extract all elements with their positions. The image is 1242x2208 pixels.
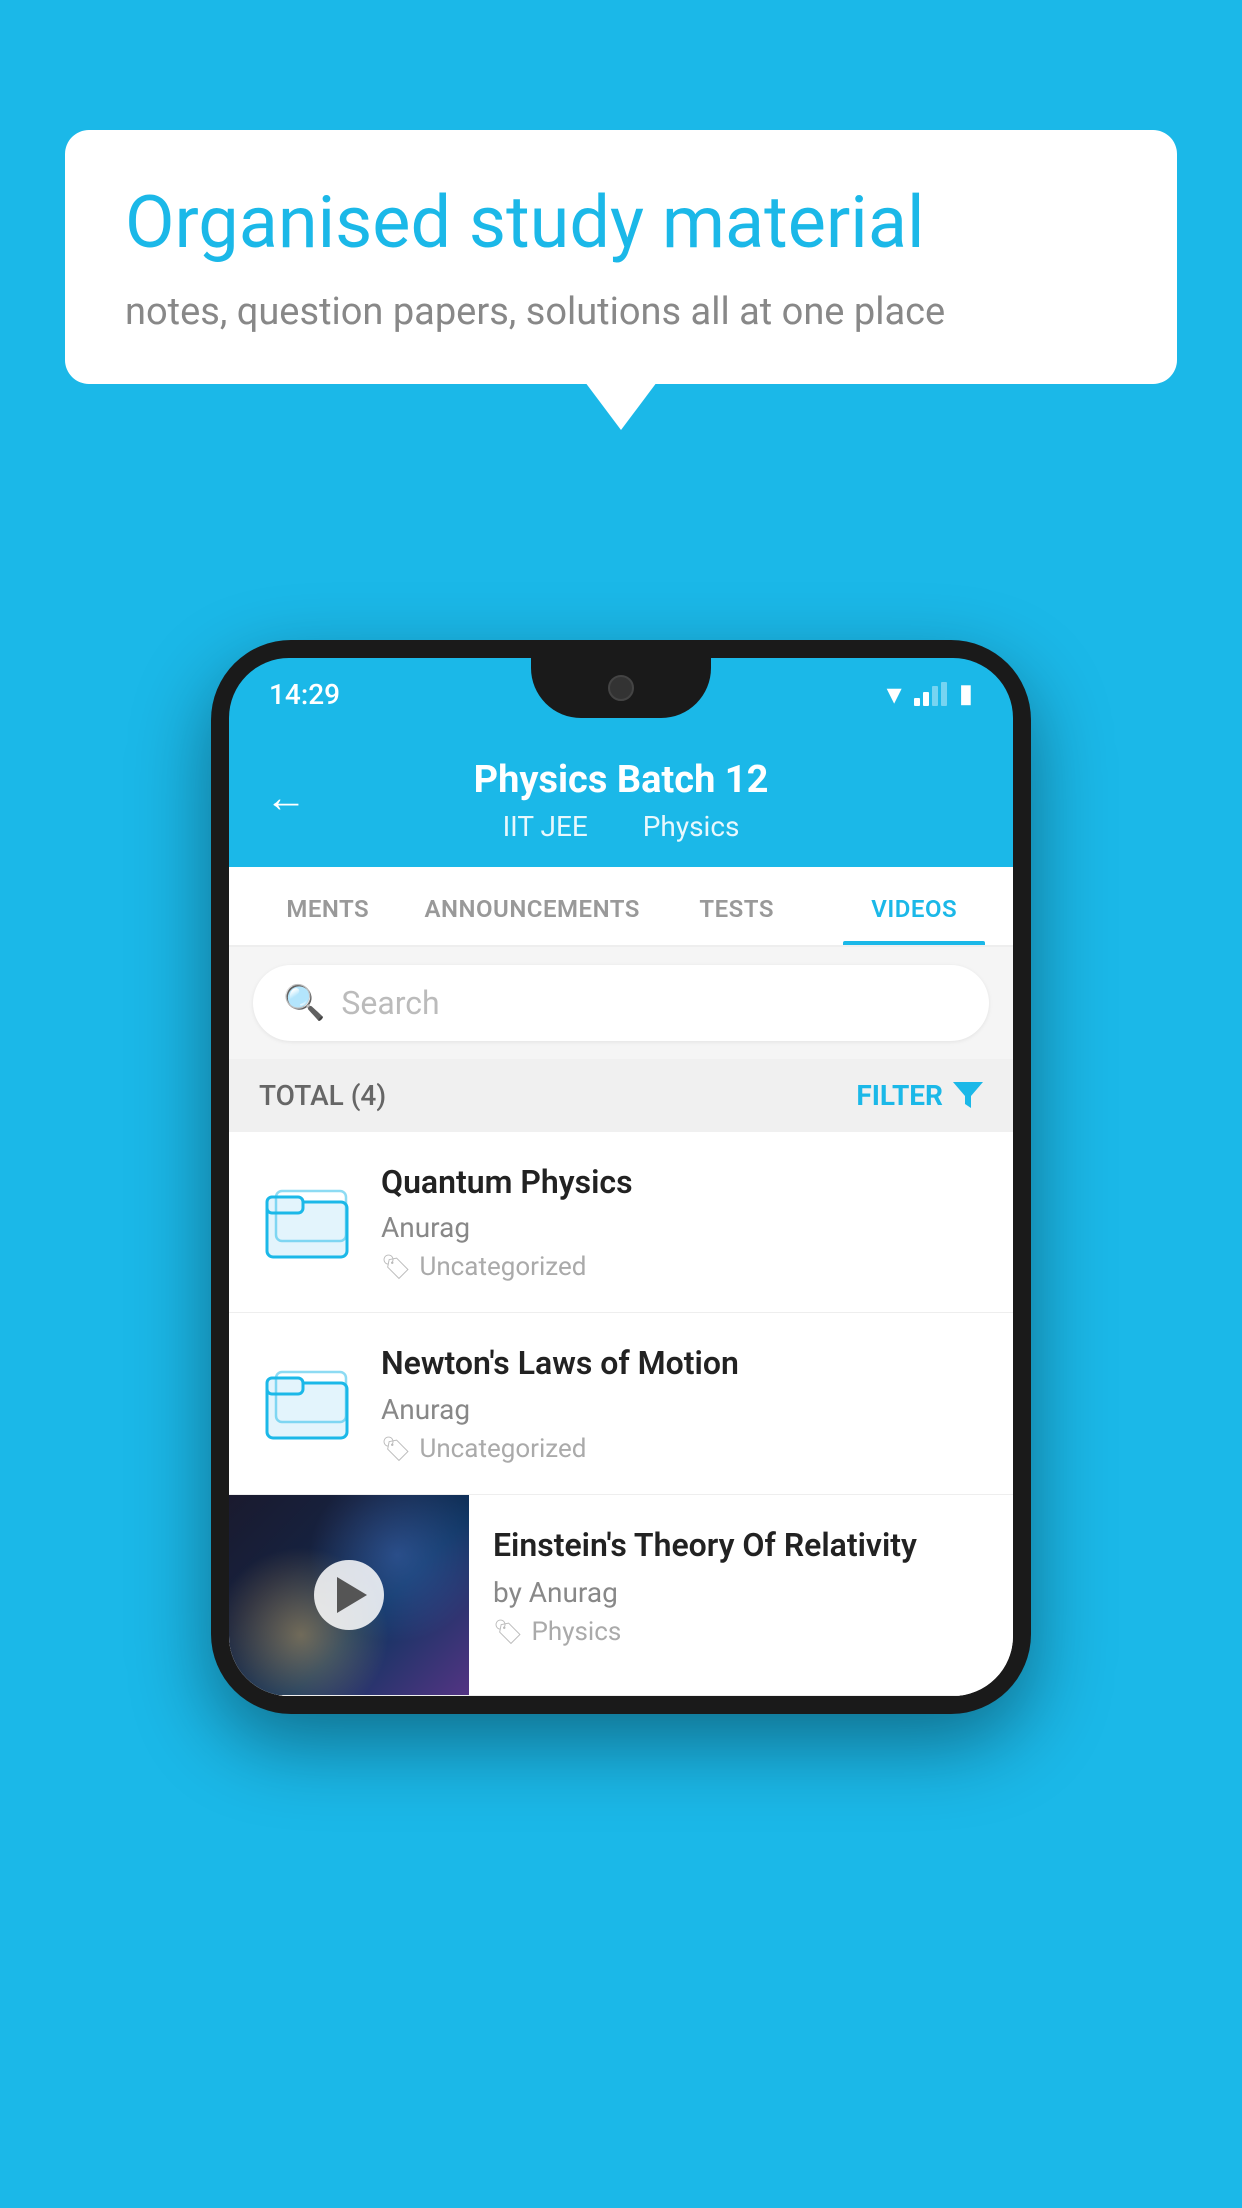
tab-ments[interactable]: MENTS — [239, 867, 417, 945]
phone-device: 14:29 ▮ ← Physics Batch 12 IIT JEE — [211, 640, 1031, 1714]
folder-thumb — [257, 1172, 357, 1272]
bubble-title: Organised study material — [125, 180, 1117, 266]
tab-videos[interactable]: VIDEOS — [825, 867, 1003, 945]
subtitle-physics: Physics — [643, 810, 740, 843]
batch-subtitle: IIT JEE Physics — [265, 810, 977, 843]
video-info: Quantum Physics Anurag 🏷 Uncategorized — [381, 1162, 985, 1283]
video-author: Anurag — [381, 1393, 985, 1426]
wifi-icon — [887, 677, 902, 712]
video-info: Einstein's Theory Of Relativity by Anura… — [469, 1495, 1013, 1678]
video-author: by Anurag — [493, 1576, 989, 1609]
play-button[interactable] — [314, 1560, 384, 1630]
video-title: Quantum Physics — [381, 1162, 985, 1204]
tag-label: Physics — [531, 1617, 621, 1647]
speech-bubble-container: Organised study material notes, question… — [65, 130, 1177, 384]
folder-thumb — [257, 1353, 357, 1453]
tag-label: Uncategorized — [419, 1252, 586, 1282]
status-icons: ▮ — [887, 677, 973, 712]
folder-icon — [262, 1358, 352, 1448]
filter-label: FILTER — [856, 1079, 943, 1112]
tag-label: Uncategorized — [419, 1434, 586, 1464]
video-tag: 🏷 Uncategorized — [381, 1252, 985, 1282]
list-item[interactable]: Quantum Physics Anurag 🏷 Uncategorized — [229, 1132, 1013, 1314]
signal-icon — [914, 682, 947, 706]
einstein-thumbnail — [229, 1495, 469, 1695]
subtitle-iitjee: IIT JEE — [503, 810, 588, 843]
speech-bubble: Organised study material notes, question… — [65, 130, 1177, 384]
video-tag: 🏷 Uncategorized — [381, 1434, 985, 1464]
filter-button[interactable]: FILTER — [856, 1079, 983, 1112]
app-header: ← Physics Batch 12 IIT JEE Physics — [229, 730, 1013, 867]
batch-title: Physics Batch 12 — [265, 758, 977, 804]
video-author: Anurag — [381, 1211, 985, 1244]
list-item[interactable]: Newton's Laws of Motion Anurag 🏷 Uncateg… — [229, 1313, 1013, 1495]
app-screen: ← Physics Batch 12 IIT JEE Physics MENTS… — [229, 730, 1013, 1696]
search-input[interactable]: Search — [341, 984, 439, 1022]
phone-notch — [531, 658, 711, 718]
phone-camera — [608, 675, 634, 701]
bubble-subtitle: notes, question papers, solutions all at… — [125, 290, 1117, 334]
battery-icon: ▮ — [959, 679, 973, 709]
tab-tests[interactable]: TESTS — [648, 867, 826, 945]
tag-icon: 🏷 — [381, 1253, 411, 1281]
search-icon: 🔍 — [283, 983, 325, 1023]
status-time: 14:29 — [269, 678, 340, 711]
filter-icon — [953, 1082, 983, 1108]
phone-outer: 14:29 ▮ ← Physics Batch 12 IIT JEE — [211, 640, 1031, 1714]
total-count: TOTAL (4) — [259, 1079, 386, 1112]
list-item[interactable]: Einstein's Theory Of Relativity by Anura… — [229, 1495, 1013, 1696]
tabs-bar: MENTS ANNOUNCEMENTS TESTS VIDEOS — [229, 867, 1013, 947]
folder-icon — [262, 1177, 352, 1267]
status-bar: 14:29 ▮ — [229, 658, 1013, 730]
video-title: Einstein's Theory Of Relativity — [493, 1525, 989, 1567]
video-tag: 🏷 Physics — [493, 1617, 989, 1647]
video-title: Newton's Laws of Motion — [381, 1343, 985, 1385]
video-list: Quantum Physics Anurag 🏷 Uncategorized — [229, 1132, 1013, 1696]
tab-announcements[interactable]: ANNOUNCEMENTS — [417, 867, 648, 945]
search-container: 🔍 Search — [229, 947, 1013, 1059]
back-button[interactable]: ← — [265, 774, 307, 823]
tag-icon: 🏷 — [493, 1618, 523, 1646]
filter-bar: TOTAL (4) FILTER — [229, 1059, 1013, 1132]
video-info: Newton's Laws of Motion Anurag 🏷 Uncateg… — [381, 1343, 985, 1464]
tag-icon: 🏷 — [381, 1435, 411, 1463]
play-icon — [337, 1577, 367, 1613]
search-box[interactable]: 🔍 Search — [253, 965, 989, 1041]
